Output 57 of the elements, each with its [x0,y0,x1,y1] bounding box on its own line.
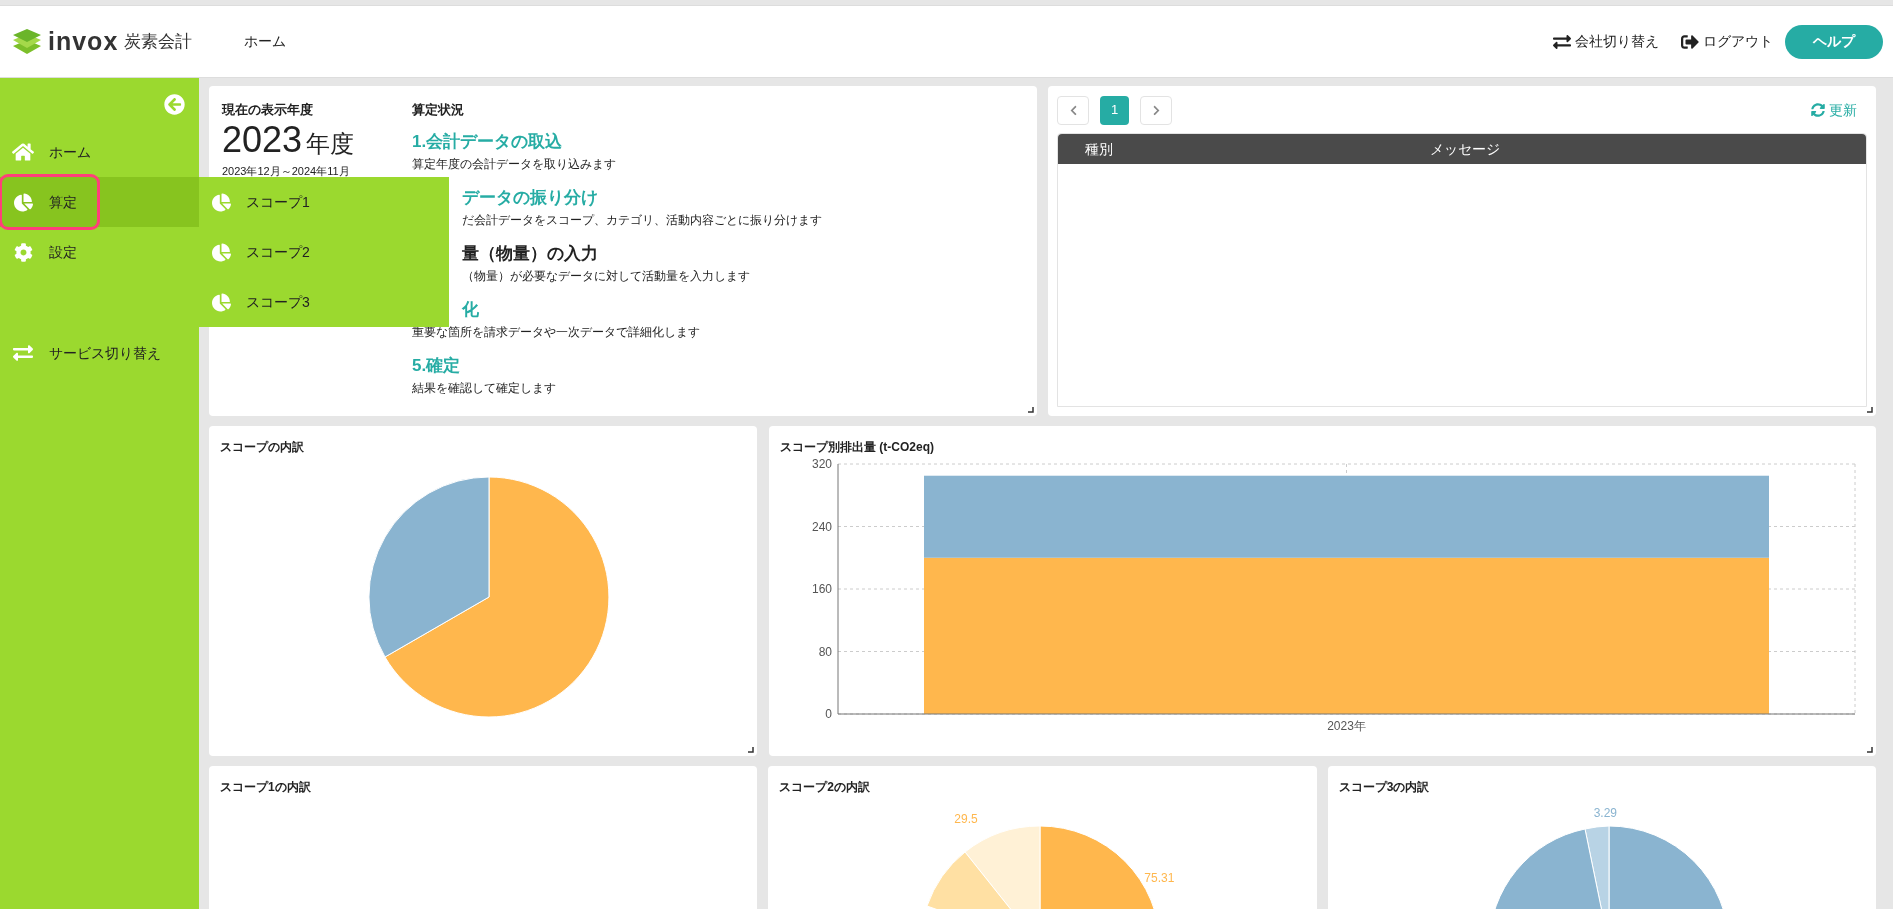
resize-handle-icon[interactable] [1867,747,1873,753]
home-icon [12,141,34,163]
swap-arrows-icon [1553,32,1571,51]
nav-link[interactable]: ホーム [244,31,287,52]
sidebar-item[interactable]: 設定 [0,227,199,277]
step-description: 結果を確認して確定します [412,379,557,397]
data-label: 3.29 [1593,805,1617,822]
axis-tick-label: 320 [811,457,832,471]
logout-button[interactable]: ログアウト [1681,31,1773,52]
chart-title: スコープの内訳 [220,439,305,456]
resize-handle-icon[interactable] [748,747,754,753]
data-label: 29.5 [954,811,978,828]
pie-chart-icon [212,192,231,212]
sidebar-item[interactable]: 算定 [0,177,199,227]
chart-title: スコープ3の内訳 [1338,779,1431,796]
refresh-icon [1811,103,1825,117]
column-header: 種別 [1085,139,1114,159]
step-title: データの振り分け [461,186,599,209]
pie-chart-icon [13,192,33,212]
step-title: 1.会計データの取込 [412,130,564,153]
step-description: 算定年度の会計データを取り込みます [412,155,617,173]
logo-text: invox [48,25,119,57]
pie-chart-icon [212,242,231,262]
submenu-item[interactable]: スコープ1 [199,177,449,227]
swap-arrows-icon [13,343,33,363]
step-title: 5.確定 [412,354,462,377]
submenu-item[interactable]: スコープ3 [199,277,449,327]
resize-handle-icon[interactable] [1028,407,1034,413]
year-suffix: 年度 [306,128,355,159]
chart-title: スコープ1の内訳 [220,779,312,796]
axis-tick-label: 80 [818,644,832,659]
step-description: （物量）が必要なデータに対して活動量を入力します [461,267,751,285]
sidebar-item[interactable]: ホーム [0,127,199,177]
logout-icon [1681,32,1699,51]
resize-handle-icon[interactable] [1867,407,1873,413]
step-title: 量（物量）の入力 [461,242,599,265]
pie-chart-icon [212,292,231,312]
logo-subtext: 炭素会計 [124,30,193,53]
axis-category-label: 2023年 [1327,719,1366,733]
data-label: 75.31 [1144,870,1175,887]
column-header: メッセージ [1430,139,1500,159]
axis-tick-label: 160 [811,582,832,596]
year-period: 2023年12月～2024年11月 [222,163,351,178]
year-heading: 現在の表示年度 [222,101,314,119]
settings-icon [13,242,33,262]
switch-company-button[interactable]: 会社切り替え [1553,31,1659,52]
step-title: 化 [461,298,480,321]
submenu-item[interactable]: スコープ2 [199,227,449,277]
axis-tick-label: 0 [825,707,832,721]
sidebar-item[interactable]: サービス切り替え [0,328,199,378]
year-value: 2023 [222,121,303,158]
status-heading: 算定状況 [412,101,465,119]
chart-title: スコープ2の内訳 [779,779,871,796]
axis-tick-label: 240 [811,519,832,534]
chart-title: スコープ別排出量 (t-CO2eq) [780,439,935,456]
logo-icon [12,27,42,56]
step-description: だ会計データをスコープ、カテゴリ、活動内容ごとに振り分けます [461,211,822,229]
